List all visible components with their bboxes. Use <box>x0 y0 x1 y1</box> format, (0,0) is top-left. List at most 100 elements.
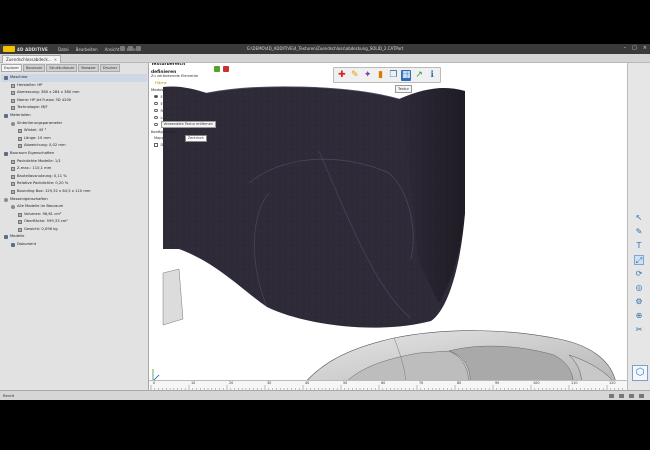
radio-loeschen[interactable]: Löschen <box>151 114 229 121</box>
tree-item[interactable]: Z-max.: 110,1 mm <box>1 165 147 173</box>
clip-icon[interactable]: ✂ <box>634 325 644 335</box>
tree-item-label: Sinterlierungsparameter <box>17 120 63 125</box>
tree-item[interactable]: Dokument <box>1 241 147 249</box>
tree-item-label: Technologie: MJF <box>17 105 48 110</box>
tree-item[interactable]: Massenigenschaften <box>1 196 147 204</box>
tree-item[interactable]: Modelle <box>1 233 147 241</box>
tree-item[interactable]: Relative Packdichte: 0,20 % <box>1 180 147 188</box>
direct-path-checkbox[interactable]: Direkt Pfad <box>151 142 229 149</box>
cancel-icon[interactable] <box>223 66 229 72</box>
folder-icon <box>4 235 8 240</box>
confirm-icon[interactable] <box>214 66 221 72</box>
property-icon <box>11 83 15 88</box>
tree-item[interactable]: Technologie: MJF <box>1 104 147 112</box>
tree-item[interactable]: Sinterlierungsparameter <box>1 120 147 128</box>
tree-item-label: Maschine <box>10 75 28 79</box>
tree-item[interactable]: Winkel: 45 ° <box>1 127 147 135</box>
tree-item[interactable]: Hersteller: HP <box>1 82 147 90</box>
tree-item[interactable]: Name: HP Jet Fusion 3D 4200 <box>1 97 147 105</box>
tree-item[interactable]: Bauraum Eigenschaften <box>1 150 147 158</box>
tree-item[interactable]: Materialien <box>1 112 147 120</box>
brush-icon[interactable]: ✎ <box>634 227 644 237</box>
screen-icon[interactable] <box>629 394 634 398</box>
property-icon <box>18 136 22 141</box>
document-tab-label: Zuendschlossabdeck... <box>6 57 52 62</box>
close-button[interactable]: × <box>643 45 647 51</box>
tree-item[interactable]: Länge: 10 mm <box>1 135 147 143</box>
tree-item[interactable]: Bauteilausnutzung: 0,11 % <box>1 173 147 181</box>
mode-section-label: Modus <box>151 87 164 92</box>
tab-drucker[interactable]: Drucker <box>99 64 121 72</box>
mapping-select[interactable]: Zentrisch <box>184 135 207 142</box>
property-icon <box>11 189 15 194</box>
remove-texture-button[interactable]: Verwendete Textur entfernen <box>160 121 216 128</box>
star-icon[interactable]: ✦ <box>363 70 373 81</box>
application-window: 4D ADDITIVE Datei Bearbeiten Ansicht Hil… <box>0 44 650 400</box>
tree-item-label: Gewicht: 0,096 kg <box>24 226 58 231</box>
tree-item[interactable]: Maschine <box>1 74 147 82</box>
close-tab-icon[interactable]: × <box>54 56 57 63</box>
dimension-icon[interactable]: ⊕ <box>634 311 644 321</box>
select-arrow-icon[interactable]: ↖ <box>634 213 644 223</box>
tree-item-label: Packdichte Modelle: 1/1 <box>17 158 61 163</box>
folder-icon <box>4 113 8 118</box>
radio-erweitern[interactable]: Erweitern <box>151 100 229 107</box>
view-cube-icon[interactable]: ⬡ <box>632 365 648 381</box>
textur-button[interactable]: Textur <box>395 85 413 93</box>
status-bar: Bereit <box>0 390 650 400</box>
radio-reduzieren[interactable]: Reduzieren <box>151 107 229 114</box>
tree-item[interactable]: Alle Modelle im Bauraum <box>1 203 147 211</box>
measure-icon[interactable]: ◎ <box>634 283 644 293</box>
tree-item[interactable]: Gewicht: 0,096 kg <box>1 226 147 234</box>
tree-item-label: Relative Packdichte: 0,20 % <box>17 181 69 186</box>
tree-item[interactable]: Abweichung: 0,02 mm <box>1 142 147 150</box>
title-bar: 4D ADDITIVE Datei Bearbeiten Ansicht Hil… <box>0 44 650 54</box>
export-icon[interactable]: ↗ <box>414 70 424 81</box>
window-controls: – □ × <box>624 45 647 51</box>
tree-item-label: Alle Modelle im Bauraum <box>17 204 64 209</box>
arrange-icon[interactable]: ⤢ <box>634 255 644 265</box>
info-icon[interactable]: ℹ <box>427 70 437 81</box>
tree-item[interactable]: Abmessung: 380 x 284 x 380 mm <box>1 89 147 97</box>
settings-gear-icon[interactable]: ⚙ <box>634 297 644 307</box>
texture-definition-panel: Texturbereich definieren Zu verändernde … <box>151 63 229 149</box>
rotate-icon[interactable]: ⟳ <box>634 269 644 279</box>
status-icons <box>609 394 644 398</box>
tab-bauraum[interactable]: Bauraum <box>22 64 46 72</box>
tree-item[interactable]: Oberfläche: 599,33 cm² <box>1 218 147 226</box>
monitor-icon[interactable] <box>609 394 614 398</box>
property-icon <box>11 167 15 172</box>
layout-icon[interactable] <box>639 394 644 398</box>
property-icon <box>18 220 22 225</box>
tree-item-label: Bauteilausnutzung: 0,11 % <box>17 173 67 178</box>
radio-remove-texture[interactable]: Verwendete Textur entfernen <box>151 121 229 128</box>
texture-toolbar: ✚ ✎ ✦ ▮ ❐ ▦ ↗ ℹ <box>333 67 441 83</box>
screen-letterbox: 4D ADDITIVE Datei Bearbeiten Ansicht Hil… <box>0 0 650 450</box>
tree-item-label: Massenigenschaften <box>10 196 48 201</box>
plus-cross-icon[interactable]: ✚ <box>337 70 347 81</box>
3d-viewport[interactable]: Texturbereich definieren Zu verändernde … <box>149 63 627 390</box>
minimize-button[interactable]: – <box>624 45 627 51</box>
property-icon <box>18 144 22 149</box>
document-tab[interactable]: Zuendschlossabdeck... × <box>2 55 62 63</box>
grid-active-icon[interactable]: ▦ <box>401 69 412 81</box>
network-icon[interactable] <box>619 394 624 398</box>
paint-brush-icon[interactable]: ✎ <box>350 70 360 81</box>
tab-browser[interactable]: Browser <box>78 64 99 72</box>
tab-explorer[interactable]: Explorer <box>1 64 22 72</box>
bar-chart-icon[interactable]: ▮ <box>376 70 386 81</box>
tab-strukturbaum[interactable]: Strukturbaum <box>46 64 78 72</box>
tree-item[interactable]: Volumen: 96,61 cm³ <box>1 211 147 219</box>
config-section-label: Konfiguration <box>151 129 177 134</box>
maximize-button[interactable]: □ <box>632 45 637 51</box>
tree-item[interactable]: Packdichte Modelle: 1/1 <box>1 158 147 166</box>
text-tool-icon[interactable]: T <box>634 241 644 251</box>
tree-item-label: Materialien <box>10 112 31 117</box>
radio-erzeugen[interactable]: Erzeugen <box>151 93 229 100</box>
tree-item[interactable]: Bounding Box: 129,32 x 84,5 x 110 mm <box>1 188 147 196</box>
folder-icon <box>11 243 15 248</box>
layers-icon[interactable]: ❐ <box>389 70 399 81</box>
gear-icon <box>11 205 15 210</box>
status-text: Bereit <box>3 393 15 398</box>
property-icon <box>18 212 22 217</box>
